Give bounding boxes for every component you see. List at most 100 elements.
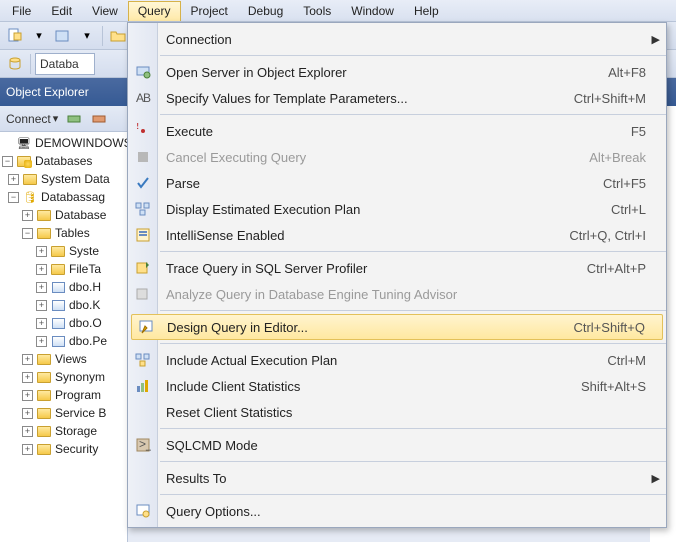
menu-item-label: Trace Query in SQL Server Profiler bbox=[158, 261, 587, 276]
menu-tools[interactable]: Tools bbox=[293, 1, 341, 21]
tree-item-label: DEMOWINDOWS bbox=[35, 136, 128, 150]
tree-item[interactable]: 🖥DEMOWINDOWS bbox=[0, 134, 127, 152]
tree-toggle-icon[interactable]: + bbox=[8, 174, 19, 185]
connect-button[interactable]: Connect▾ bbox=[4, 112, 60, 126]
menu-item-query-options[interactable]: Query Options... bbox=[128, 498, 666, 524]
menu-item-include-client-statistics[interactable]: Include Client StatisticsShift+Alt+S bbox=[128, 373, 666, 399]
tree-item[interactable]: +dbo.K bbox=[0, 296, 127, 314]
tree-item[interactable]: + Storage bbox=[0, 422, 127, 440]
tree-toggle-icon[interactable]: + bbox=[36, 246, 47, 257]
menu-item-label: Reset Client Statistics bbox=[158, 405, 646, 420]
tree-item-label: Service B bbox=[55, 406, 106, 420]
menu-debug[interactable]: Debug bbox=[238, 1, 293, 21]
menu-item-label: Design Query in Editor... bbox=[159, 320, 573, 335]
menu-item-label: Connection bbox=[158, 32, 646, 47]
separator bbox=[30, 54, 31, 74]
dropdown-icon[interactable]: ▾ bbox=[76, 25, 98, 47]
tree-item-label: Storage bbox=[55, 424, 97, 438]
tree-item[interactable]: +dbo.Pe bbox=[0, 332, 127, 350]
object-explorer-header: Object Explorer bbox=[0, 78, 128, 106]
menu-item-results-to[interactable]: Results To▶ bbox=[128, 465, 666, 491]
menu-query[interactable]: Query bbox=[128, 1, 181, 21]
tree-toggle-icon[interactable]: + bbox=[22, 354, 33, 365]
include-plan-icon bbox=[128, 352, 158, 368]
tree-item[interactable]: +System Data bbox=[0, 170, 127, 188]
tree-toggle-icon[interactable]: + bbox=[36, 282, 47, 293]
menu-item-design-query-in-editor[interactable]: Design Query in Editor...Ctrl+Shift+Q bbox=[131, 314, 663, 340]
tree-toggle-icon[interactable]: + bbox=[22, 444, 33, 455]
tree-item[interactable]: +Database bbox=[0, 206, 127, 224]
open-file-button[interactable] bbox=[107, 25, 129, 47]
menu-item-intellisense-enabled[interactable]: IntelliSense EnabledCtrl+Q, Ctrl+I bbox=[128, 222, 666, 248]
execute-icon: ! bbox=[128, 123, 158, 139]
trace-icon bbox=[128, 260, 158, 276]
menu-item-shortcut: Ctrl+Q, Ctrl+I bbox=[569, 228, 646, 243]
new-project-button[interactable] bbox=[52, 25, 74, 47]
menu-item-open-server-in-object-explorer[interactable]: Open Server in Object ExplorerAlt+F8 bbox=[128, 59, 666, 85]
tree-item[interactable]: −Databases bbox=[0, 152, 127, 170]
tree-item[interactable]: + Program bbox=[0, 386, 127, 404]
tree-toggle-icon[interactable]: + bbox=[22, 372, 33, 383]
folderdb-icon bbox=[16, 154, 32, 168]
tree-item[interactable]: + dbo.H bbox=[0, 278, 127, 296]
tree-toggle-icon[interactable]: + bbox=[36, 264, 47, 275]
tree-toggle-icon[interactable]: + bbox=[22, 408, 33, 419]
table-icon bbox=[50, 334, 66, 348]
menu-item-trace-query-in-sql-server-profiler[interactable]: Trace Query in SQL Server ProfilerCtrl+A… bbox=[128, 255, 666, 281]
tree-item[interactable]: +Syste bbox=[0, 242, 127, 260]
server-icon: 🖥 bbox=[16, 136, 32, 150]
tree-toggle-icon[interactable]: − bbox=[2, 156, 13, 167]
tree-toggle-icon[interactable]: + bbox=[22, 390, 33, 401]
tree-item[interactable]: +FileTa bbox=[0, 260, 127, 278]
menu-separator bbox=[160, 55, 666, 56]
menu-item-specify-values-for-template-parameters[interactable]: ABSpecify Values for Template Parameters… bbox=[128, 85, 666, 111]
new-query-button[interactable] bbox=[4, 25, 26, 47]
tree-item[interactable]: + Service B bbox=[0, 404, 127, 422]
menu-item-shortcut: Shift+Alt+S bbox=[581, 379, 646, 394]
folder-icon bbox=[36, 406, 52, 420]
tree-item-label: dbo.H bbox=[69, 280, 101, 294]
tree-toggle-icon[interactable]: + bbox=[22, 210, 33, 221]
menu-separator bbox=[160, 343, 666, 344]
menu-item-parse[interactable]: ParseCtrl+F5 bbox=[128, 170, 666, 196]
tree-toggle-icon[interactable]: − bbox=[8, 192, 19, 203]
tree-toggle-icon[interactable]: + bbox=[22, 426, 33, 437]
tree-item[interactable]: +Views bbox=[0, 350, 127, 368]
menu-separator bbox=[160, 428, 666, 429]
svg-text:B: B bbox=[143, 91, 151, 105]
tree-toggle-icon[interactable]: + bbox=[36, 300, 47, 311]
menu-file[interactable]: File bbox=[2, 1, 41, 21]
connect-icon[interactable] bbox=[63, 108, 85, 130]
intellisense-icon bbox=[128, 227, 158, 243]
tree-item-label: Program bbox=[55, 388, 101, 402]
tree-item[interactable]: −Tables bbox=[0, 224, 127, 242]
menu-item-connection[interactable]: Connection▶ bbox=[128, 26, 666, 52]
menu-view[interactable]: View bbox=[82, 1, 128, 21]
menu-edit[interactable]: Edit bbox=[41, 1, 82, 21]
menu-item-sqlcmd-mode[interactable]: >_SQLCMD Mode bbox=[128, 432, 666, 458]
folder-icon bbox=[36, 370, 52, 384]
object-explorer-tree[interactable]: 🖥DEMOWINDOWS−Databases+System Data−🛢Data… bbox=[0, 132, 128, 542]
menu-project[interactable]: Project bbox=[181, 1, 238, 21]
tree-toggle-icon[interactable]: + bbox=[36, 336, 47, 347]
menu-item-include-actual-execution-plan[interactable]: Include Actual Execution PlanCtrl+M bbox=[128, 347, 666, 373]
menu-item-reset-client-statistics[interactable]: Reset Client Statistics bbox=[128, 399, 666, 425]
menu-separator bbox=[160, 251, 666, 252]
tree-item[interactable]: −🛢Databassag bbox=[0, 188, 127, 206]
tree-toggle-icon[interactable]: + bbox=[36, 318, 47, 329]
menu-item-display-estimated-execution-plan[interactable]: Display Estimated Execution PlanCtrl+L bbox=[128, 196, 666, 222]
tree-item[interactable]: +Security bbox=[0, 440, 127, 458]
database-combo[interactable]: Databa bbox=[35, 53, 95, 75]
stats-icon bbox=[128, 378, 158, 394]
dropdown-icon[interactable]: ▾ bbox=[28, 25, 50, 47]
tree-item[interactable]: +Synonym bbox=[0, 368, 127, 386]
menu-window[interactable]: Window bbox=[341, 1, 404, 21]
object-explorer-title: Object Explorer bbox=[6, 85, 89, 99]
menu-help[interactable]: Help bbox=[404, 1, 449, 21]
disconnect-icon[interactable] bbox=[88, 108, 110, 130]
change-connection-button[interactable] bbox=[4, 53, 26, 75]
tree-item[interactable]: +dbo.O bbox=[0, 314, 127, 332]
menu-item-execute[interactable]: !ExecuteF5 bbox=[128, 118, 666, 144]
menu-item-shortcut: Ctrl+L bbox=[611, 202, 646, 217]
tree-toggle-icon[interactable]: − bbox=[22, 228, 33, 239]
